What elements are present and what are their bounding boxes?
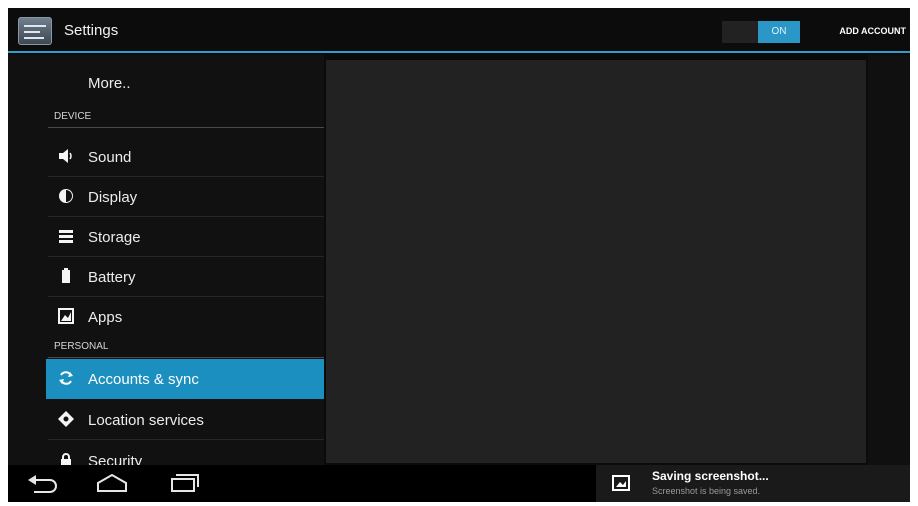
- list-item-battery[interactable]: Battery: [48, 257, 324, 297]
- detail-pane-margin: [868, 55, 910, 465]
- storage-icon: [58, 228, 74, 244]
- list-item-label: Security: [88, 453, 143, 465]
- section-header-personal: PERSONAL: [54, 341, 109, 352]
- lock-icon: [58, 452, 74, 465]
- list-item-apps[interactable]: Apps: [48, 297, 324, 337]
- speaker-icon: [58, 148, 74, 164]
- list-item-security[interactable]: Security: [48, 441, 324, 465]
- home-icon[interactable]: [88, 469, 136, 497]
- list-item-label: Storage: [88, 229, 141, 246]
- section-divider: [48, 357, 324, 358]
- section-divider: [48, 127, 324, 128]
- add-account-button[interactable]: ADD ACCOUNT: [839, 26, 906, 36]
- list-item-more[interactable]: More..: [48, 63, 324, 103]
- action-bar: Settings ON ADD ACCOUNT: [8, 8, 910, 53]
- screenshot-notification[interactable]: Saving screenshot... Screenshot is being…: [596, 465, 910, 502]
- list-item-storage[interactable]: Storage: [48, 217, 324, 257]
- settings-icon[interactable]: [18, 17, 52, 45]
- tablet-screen: Settings ON ADD ACCOUNT More.. DEVICE So…: [8, 8, 910, 502]
- list-item-label: Battery: [88, 269, 136, 286]
- apps-icon: [58, 308, 74, 324]
- list-item-label: Accounts & sync: [88, 371, 199, 388]
- app-title: Settings: [64, 22, 119, 39]
- back-icon[interactable]: [20, 469, 68, 497]
- section-header-device: DEVICE: [54, 111, 92, 122]
- list-item-label: Sound: [88, 149, 132, 166]
- sync-icon: [58, 370, 74, 386]
- notification-title: Saving screenshot...: [652, 469, 769, 483]
- image-icon: [612, 475, 630, 491]
- detail-pane: [326, 60, 866, 463]
- list-item-display[interactable]: Display: [48, 177, 324, 217]
- list-item-label: Display: [88, 189, 138, 206]
- brightness-icon: [58, 188, 74, 204]
- list-item-location-services[interactable]: Location services: [48, 400, 324, 440]
- list-item-sound[interactable]: Sound: [48, 137, 324, 177]
- notification-subtitle: Screenshot is being saved.: [652, 486, 761, 496]
- list-item-label: Location services: [88, 412, 204, 429]
- location-icon: [58, 411, 74, 427]
- toggle-on-label: ON: [758, 21, 800, 43]
- list-item-label: More..: [88, 75, 131, 92]
- list-item-label: Apps: [88, 309, 123, 326]
- list-item-accounts-sync[interactable]: Accounts & sync: [46, 359, 324, 399]
- account-sync-toggle[interactable]: ON: [722, 21, 800, 43]
- settings-list: More.. DEVICE Sound Display Storage Batt…: [8, 55, 324, 465]
- battery-icon: [58, 268, 74, 284]
- recent-apps-icon[interactable]: [158, 469, 206, 497]
